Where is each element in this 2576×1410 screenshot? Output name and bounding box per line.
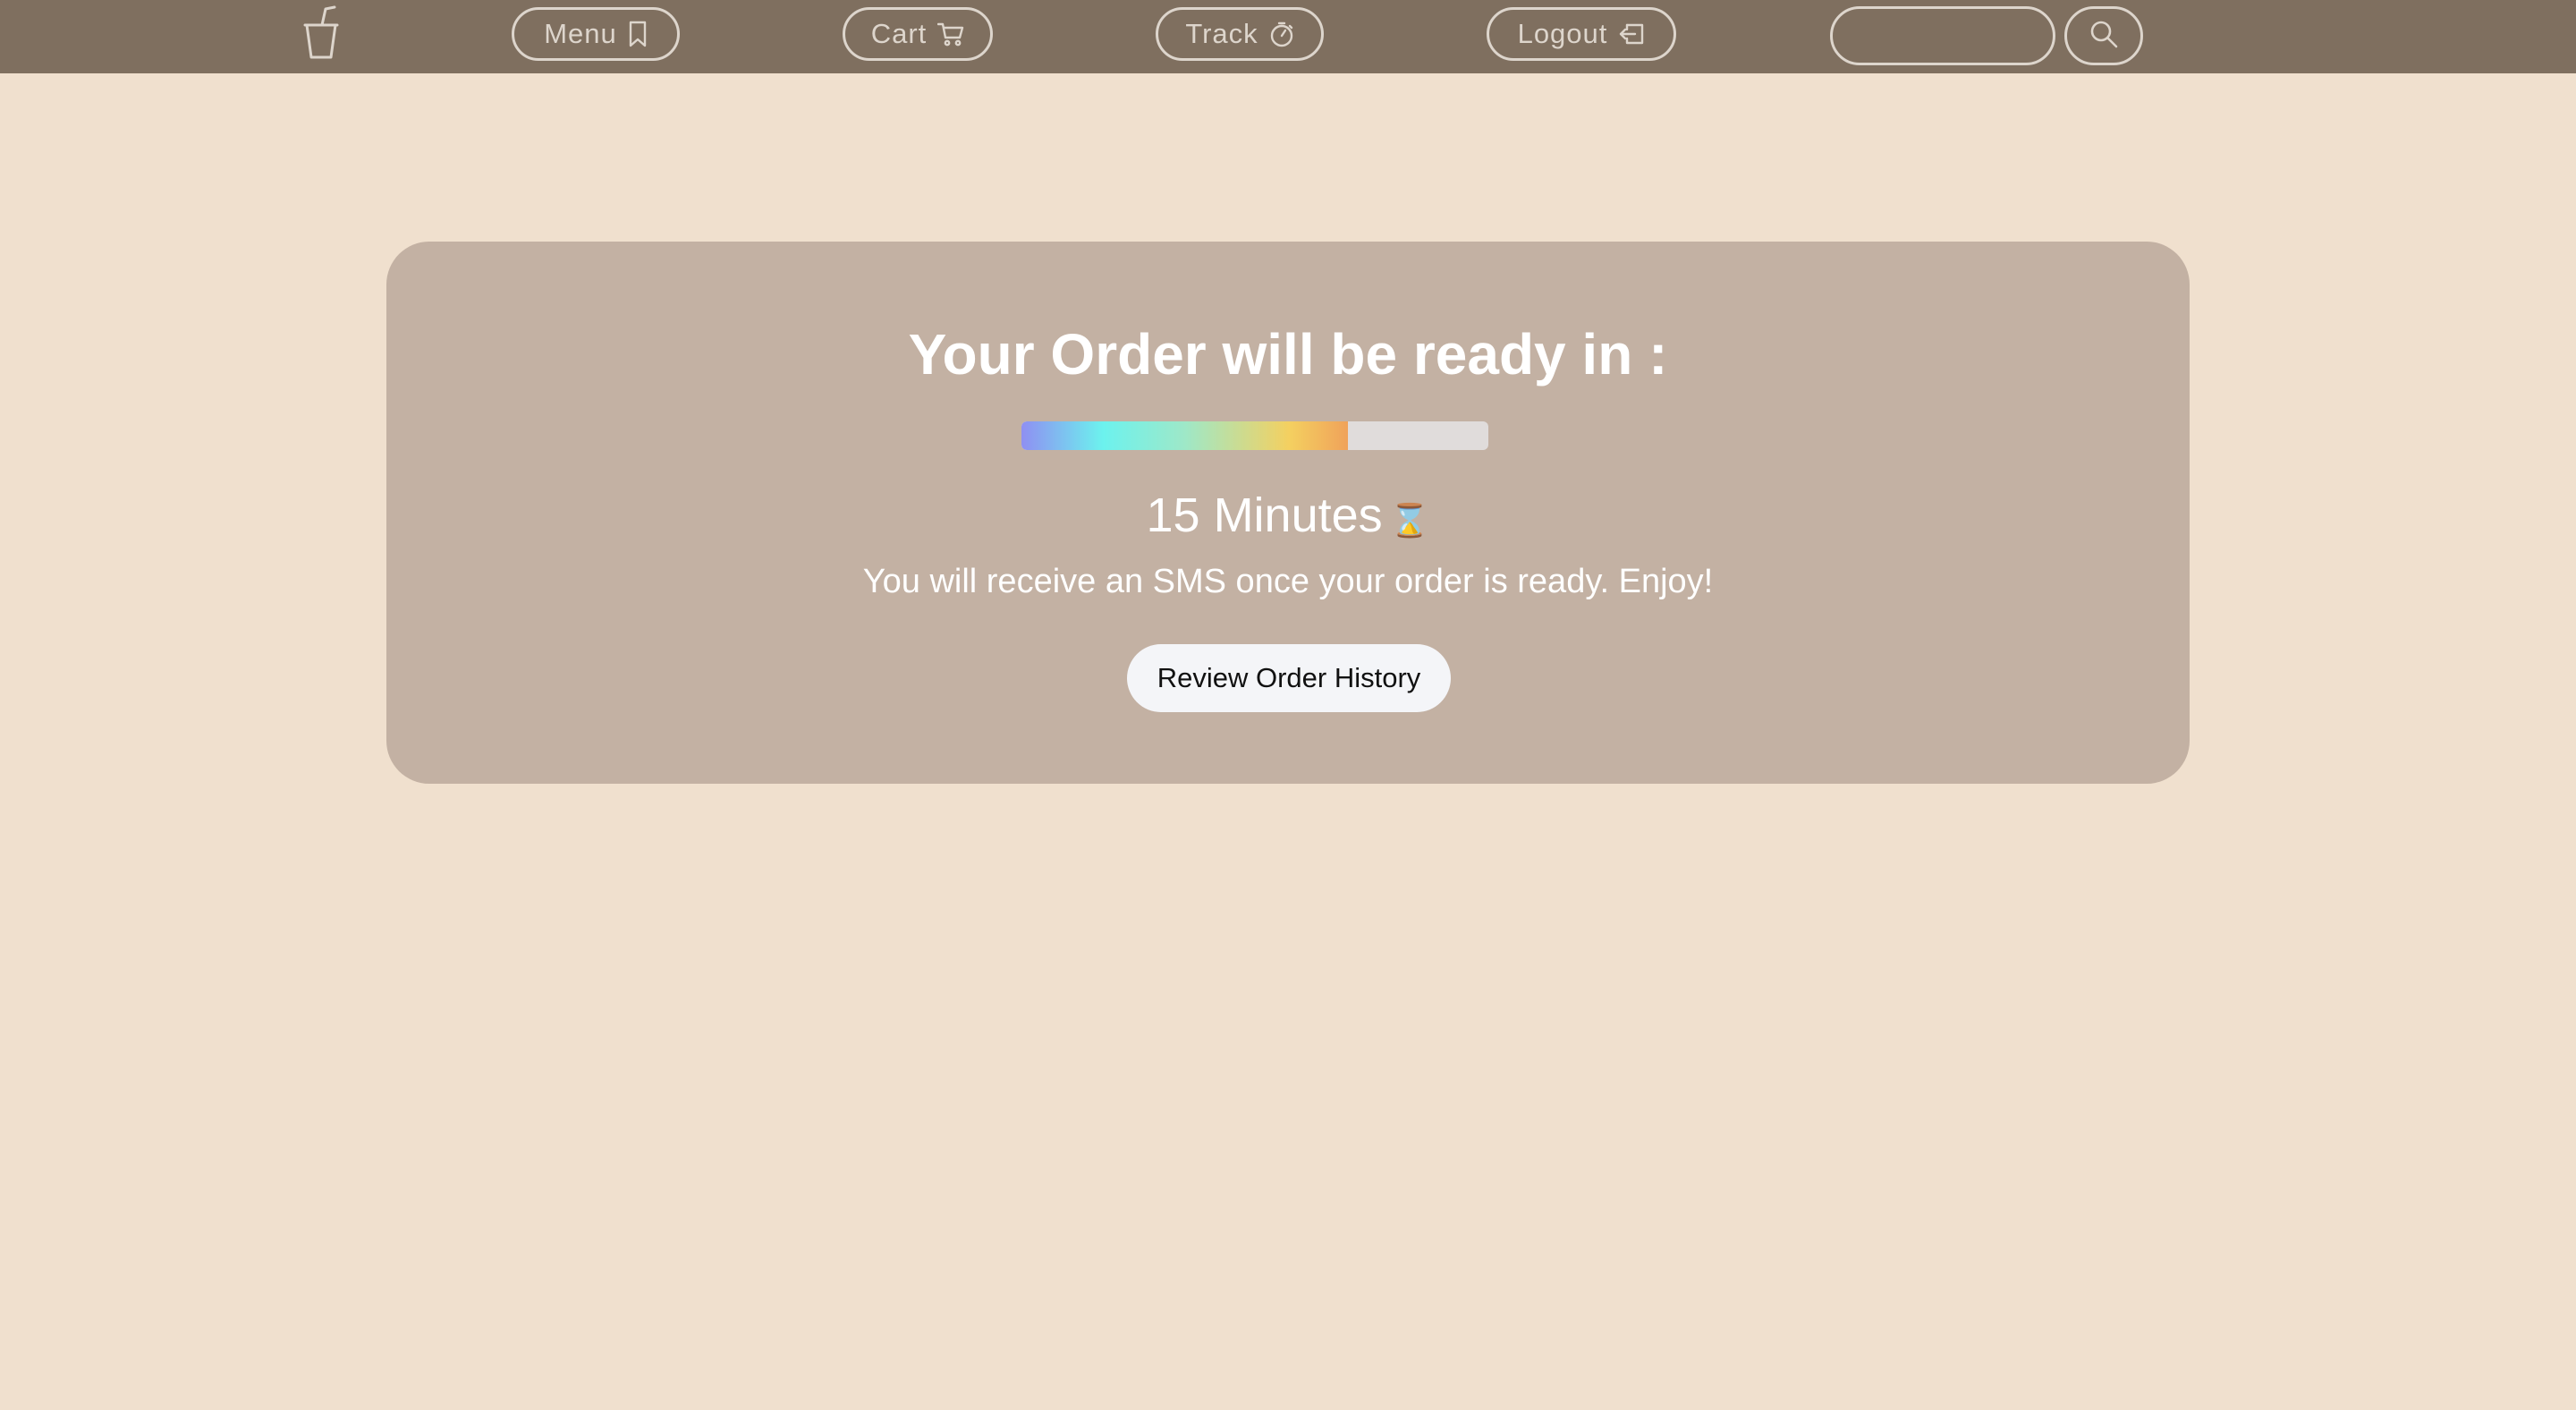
order-progress-fill: [1021, 421, 1349, 450]
nav-menu-button[interactable]: Menu: [512, 7, 680, 61]
review-order-history-label: Review Order History: [1157, 662, 1421, 693]
estimated-time: 15 Minutes ⌛: [386, 487, 2190, 545]
nav-logout-label: Logout: [1517, 18, 1608, 49]
stopwatch-icon: [1269, 21, 1294, 47]
hourglass-icon: ⌛: [1389, 502, 1430, 539]
nav-menu-label: Menu: [544, 18, 617, 49]
sms-notice: You will receive an SMS once your order …: [862, 563, 1714, 600]
order-progress-bar: [1021, 421, 1488, 450]
logout-icon: [1618, 21, 1645, 47]
nav-cart-label: Cart: [870, 18, 928, 49]
nav-cart-button[interactable]: Cart: [843, 7, 993, 61]
order-status-card: Your Order will be ready in : 15 Minutes…: [386, 242, 2190, 784]
bookmark-icon: [628, 21, 648, 47]
search-button[interactable]: [2064, 6, 2143, 65]
top-navbar: Menu Cart Track Logout: [0, 0, 2576, 73]
nav-track-label: Track: [1185, 18, 1258, 49]
cup-with-straw-icon[interactable]: [302, 5, 343, 61]
cart-icon: [937, 21, 964, 47]
review-order-history-button[interactable]: Review Order History: [1127, 644, 1451, 712]
order-ready-title: Your Order will be ready in :: [908, 322, 1668, 386]
estimated-time-text: 15 Minutes: [1146, 488, 1383, 542]
search-icon: [2089, 19, 2119, 54]
nav-track-button[interactable]: Track: [1156, 7, 1324, 61]
nav-logout-button[interactable]: Logout: [1487, 7, 1676, 61]
search-input[interactable]: [1830, 6, 2055, 65]
